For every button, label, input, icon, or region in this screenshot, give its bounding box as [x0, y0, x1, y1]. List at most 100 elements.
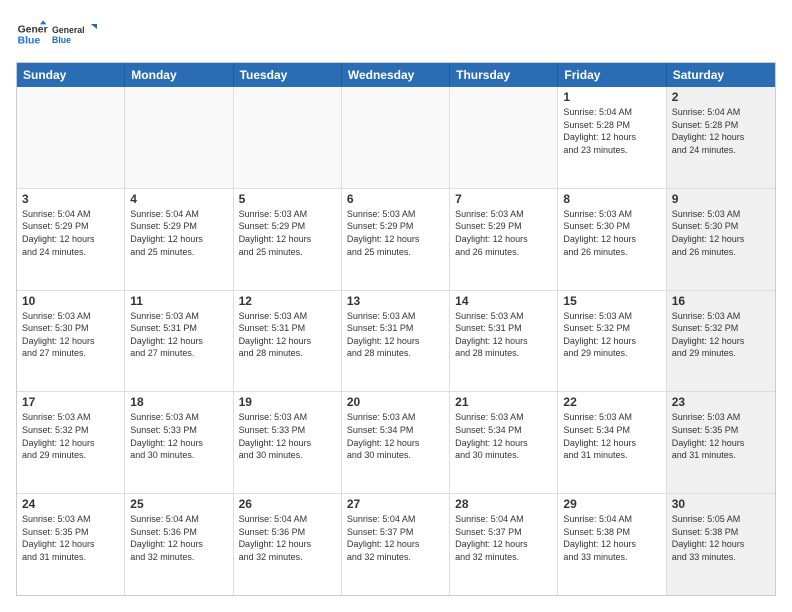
- day-info: Sunrise: 5:03 AM Sunset: 5:34 PM Dayligh…: [563, 411, 660, 461]
- calendar-day-29: 29 Sunrise: 5:04 AM Sunset: 5:38 PM Dayli…: [558, 494, 666, 595]
- calendar-day-3: 3 Sunrise: 5:04 AM Sunset: 5:29 PM Daylig…: [17, 189, 125, 290]
- calendar-day-14: 14 Sunrise: 5:03 AM Sunset: 5:31 PM Dayli…: [450, 291, 558, 392]
- day-number: 10: [22, 294, 119, 308]
- calendar-body: 1 Sunrise: 5:04 AM Sunset: 5:28 PM Daylig…: [17, 87, 775, 595]
- day-info: Sunrise: 5:03 AM Sunset: 5:31 PM Dayligh…: [130, 310, 227, 360]
- logo-svg: General Blue: [52, 16, 102, 52]
- day-number: 1: [563, 90, 660, 104]
- day-number: 21: [455, 395, 552, 409]
- calendar-day-18: 18 Sunrise: 5:03 AM Sunset: 5:33 PM Dayli…: [125, 392, 233, 493]
- calendar-day-12: 12 Sunrise: 5:03 AM Sunset: 5:31 PM Dayli…: [234, 291, 342, 392]
- calendar-day-11: 11Sunrise: 5:03 AM Sunset: 5:31 PM Dayli…: [125, 291, 233, 392]
- day-info: Sunrise: 5:04 AM Sunset: 5:28 PM Dayligh…: [672, 106, 770, 156]
- day-number: 8: [563, 192, 660, 206]
- weekday-header-friday: Friday: [558, 63, 666, 87]
- day-number: 25: [130, 497, 227, 511]
- day-number: 12: [239, 294, 336, 308]
- day-info: Sunrise: 5:04 AM Sunset: 5:36 PM Dayligh…: [130, 513, 227, 563]
- calendar-cell-empty: [125, 87, 233, 188]
- day-info: Sunrise: 5:03 AM Sunset: 5:29 PM Dayligh…: [239, 208, 336, 258]
- calendar-row-1: 1 Sunrise: 5:04 AM Sunset: 5:28 PM Daylig…: [17, 87, 775, 189]
- svg-text:General: General: [52, 25, 85, 35]
- calendar-row-2: 3 Sunrise: 5:04 AM Sunset: 5:29 PM Daylig…: [17, 189, 775, 291]
- calendar-day-5: 5 Sunrise: 5:03 AM Sunset: 5:29 PM Daylig…: [234, 189, 342, 290]
- day-info: Sunrise: 5:04 AM Sunset: 5:36 PM Dayligh…: [239, 513, 336, 563]
- day-info: Sunrise: 5:03 AM Sunset: 5:29 PM Dayligh…: [347, 208, 444, 258]
- day-info: Sunrise: 5:03 AM Sunset: 5:31 PM Dayligh…: [455, 310, 552, 360]
- calendar-day-23: 23Sunrise: 5:03 AM Sunset: 5:35 PM Dayli…: [667, 392, 775, 493]
- day-number: 7: [455, 192, 552, 206]
- calendar-cell-empty: [342, 87, 450, 188]
- day-info: Sunrise: 5:03 AM Sunset: 5:30 PM Dayligh…: [563, 208, 660, 258]
- calendar-day-21: 21 Sunrise: 5:03 AM Sunset: 5:34 PM Dayli…: [450, 392, 558, 493]
- day-number: 6: [347, 192, 444, 206]
- calendar-row-3: 10Sunrise: 5:03 AM Sunset: 5:30 PM Dayli…: [17, 291, 775, 393]
- calendar-cell-empty: [17, 87, 125, 188]
- day-number: 18: [130, 395, 227, 409]
- weekday-header-monday: Monday: [125, 63, 233, 87]
- day-info: Sunrise: 5:03 AM Sunset: 5:34 PM Dayligh…: [347, 411, 444, 461]
- day-info: Sunrise: 5:04 AM Sunset: 5:28 PM Dayligh…: [563, 106, 660, 156]
- day-number: 24: [22, 497, 119, 511]
- day-info: Sunrise: 5:03 AM Sunset: 5:32 PM Dayligh…: [22, 411, 119, 461]
- day-number: 27: [347, 497, 444, 511]
- calendar-day-28: 28 Sunrise: 5:04 AM Sunset: 5:37 PM Dayli…: [450, 494, 558, 595]
- day-info: Sunrise: 5:03 AM Sunset: 5:35 PM Dayligh…: [22, 513, 119, 563]
- calendar-day-17: 17 Sunrise: 5:03 AM Sunset: 5:32 PM Dayli…: [17, 392, 125, 493]
- day-info: Sunrise: 5:03 AM Sunset: 5:33 PM Dayligh…: [130, 411, 227, 461]
- calendar-day-10: 10Sunrise: 5:03 AM Sunset: 5:30 PM Dayli…: [17, 291, 125, 392]
- calendar-day-24: 24 Sunrise: 5:03 AM Sunset: 5:35 PM Dayli…: [17, 494, 125, 595]
- day-info: Sunrise: 5:04 AM Sunset: 5:37 PM Dayligh…: [347, 513, 444, 563]
- weekday-header-tuesday: Tuesday: [234, 63, 342, 87]
- day-info: Sunrise: 5:04 AM Sunset: 5:29 PM Dayligh…: [22, 208, 119, 258]
- day-number: 22: [563, 395, 660, 409]
- calendar-row-4: 17 Sunrise: 5:03 AM Sunset: 5:32 PM Dayli…: [17, 392, 775, 494]
- weekday-header-saturday: Saturday: [667, 63, 775, 87]
- calendar-day-7: 7 Sunrise: 5:03 AM Sunset: 5:29 PM Daylig…: [450, 189, 558, 290]
- day-number: 5: [239, 192, 336, 206]
- day-info: Sunrise: 5:04 AM Sunset: 5:37 PM Dayligh…: [455, 513, 552, 563]
- day-info: Sunrise: 5:04 AM Sunset: 5:38 PM Dayligh…: [563, 513, 660, 563]
- calendar-day-30: 30 Sunrise: 5:05 AM Sunset: 5:38 PM Dayli…: [667, 494, 775, 595]
- day-info: Sunrise: 5:03 AM Sunset: 5:34 PM Dayligh…: [455, 411, 552, 461]
- day-info: Sunrise: 5:03 AM Sunset: 5:29 PM Dayligh…: [455, 208, 552, 258]
- day-number: 14: [455, 294, 552, 308]
- calendar-day-4: 4 Sunrise: 5:04 AM Sunset: 5:29 PM Daylig…: [125, 189, 233, 290]
- day-number: 17: [22, 395, 119, 409]
- day-number: 13: [347, 294, 444, 308]
- day-number: 2: [672, 90, 770, 104]
- day-info: Sunrise: 5:05 AM Sunset: 5:38 PM Dayligh…: [672, 513, 770, 563]
- day-number: 3: [22, 192, 119, 206]
- calendar-cell-empty: [450, 87, 558, 188]
- weekday-header-sunday: Sunday: [17, 63, 125, 87]
- day-info: Sunrise: 5:03 AM Sunset: 5:32 PM Dayligh…: [563, 310, 660, 360]
- calendar-day-16: 16 Sunrise: 5:03 AM Sunset: 5:32 PM Dayli…: [667, 291, 775, 392]
- calendar-day-1: 1 Sunrise: 5:04 AM Sunset: 5:28 PM Daylig…: [558, 87, 666, 188]
- day-info: Sunrise: 5:03 AM Sunset: 5:33 PM Dayligh…: [239, 411, 336, 461]
- logo: General Blue General Blue: [16, 16, 102, 52]
- day-info: Sunrise: 5:03 AM Sunset: 5:31 PM Dayligh…: [239, 310, 336, 360]
- calendar-day-9: 9 Sunrise: 5:03 AM Sunset: 5:30 PM Daylig…: [667, 189, 775, 290]
- calendar-header: SundayMondayTuesdayWednesdayThursdayFrid…: [17, 63, 775, 87]
- calendar-day-27: 27 Sunrise: 5:04 AM Sunset: 5:37 PM Dayli…: [342, 494, 450, 595]
- day-number: 15: [563, 294, 660, 308]
- day-info: Sunrise: 5:04 AM Sunset: 5:29 PM Dayligh…: [130, 208, 227, 258]
- svg-text:General: General: [18, 24, 48, 35]
- weekday-header-wednesday: Wednesday: [342, 63, 450, 87]
- calendar-day-25: 25 Sunrise: 5:04 AM Sunset: 5:36 PM Dayli…: [125, 494, 233, 595]
- day-number: 29: [563, 497, 660, 511]
- day-info: Sunrise: 5:03 AM Sunset: 5:30 PM Dayligh…: [672, 208, 770, 258]
- logo-icon: General Blue: [16, 18, 48, 50]
- day-number: 9: [672, 192, 770, 206]
- day-info: Sunrise: 5:03 AM Sunset: 5:35 PM Dayligh…: [672, 411, 770, 461]
- weekday-header-thursday: Thursday: [450, 63, 558, 87]
- calendar-day-13: 13 Sunrise: 5:03 AM Sunset: 5:31 PM Dayli…: [342, 291, 450, 392]
- day-info: Sunrise: 5:03 AM Sunset: 5:32 PM Dayligh…: [672, 310, 770, 360]
- day-number: 28: [455, 497, 552, 511]
- day-info: Sunrise: 5:03 AM Sunset: 5:31 PM Dayligh…: [347, 310, 444, 360]
- day-number: 16: [672, 294, 770, 308]
- calendar-day-15: 15 Sunrise: 5:03 AM Sunset: 5:32 PM Dayli…: [558, 291, 666, 392]
- calendar-day-22: 22 Sunrise: 5:03 AM Sunset: 5:34 PM Dayli…: [558, 392, 666, 493]
- day-number: 4: [130, 192, 227, 206]
- day-number: 30: [672, 497, 770, 511]
